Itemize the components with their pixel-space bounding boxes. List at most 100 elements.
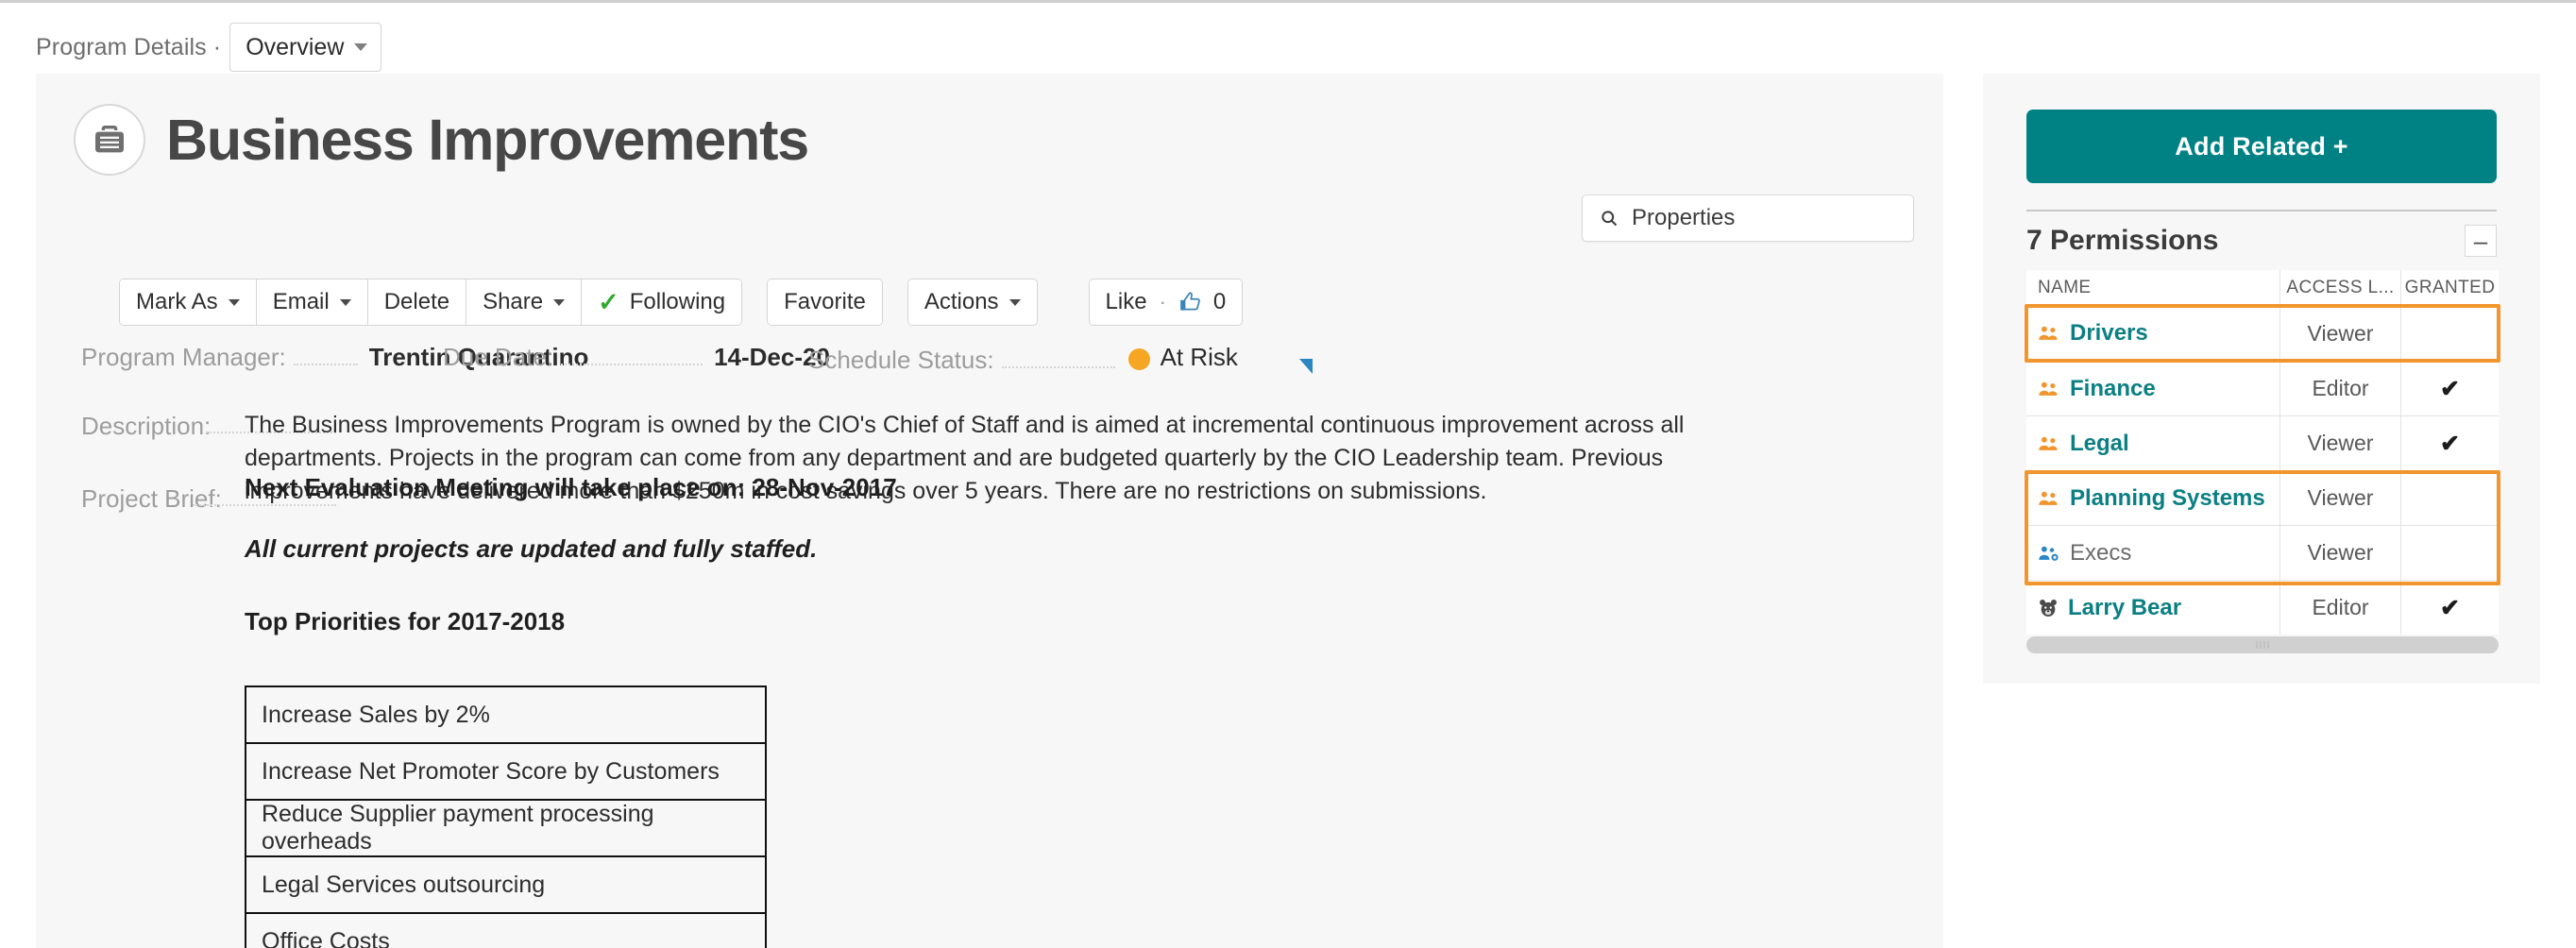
record-detail-card: Business Improvements Properties Mark As… bbox=[36, 74, 1943, 948]
table-row[interactable]: Finance Editor ✔ bbox=[2026, 361, 2499, 415]
like-button[interactable]: Like · 0 bbox=[1089, 279, 1243, 325]
mark-as-label: Mark As bbox=[136, 289, 218, 314]
record-action-toolbar: Mark As Email Delete Share ✓ Following F… bbox=[119, 279, 1244, 326]
scrollbar-thumb[interactable] bbox=[2026, 636, 2499, 653]
column-header-access: ACCESS L... bbox=[2279, 270, 2400, 306]
following-button[interactable]: ✓ Following bbox=[582, 279, 742, 325]
permission-name-link[interactable]: Planning Systems bbox=[2070, 485, 2265, 512]
permission-access-value: Viewer bbox=[2307, 320, 2374, 346]
permission-name-cell: Larry Bear bbox=[2026, 595, 2279, 621]
permission-name-link[interactable]: Legal bbox=[2070, 431, 2129, 457]
table-row: Increase Sales by 2% bbox=[246, 687, 765, 744]
permission-name-link[interactable]: Finance bbox=[2070, 376, 2156, 402]
dot-leader bbox=[293, 364, 358, 365]
delete-label: Delete bbox=[383, 289, 450, 314]
permission-granted-cell bbox=[2400, 306, 2499, 361]
table-row[interactable]: Planning Systems Viewer bbox=[2026, 470, 2499, 525]
permission-name-cell: Planning Systems bbox=[2026, 485, 2279, 512]
permission-access-cell: Viewer bbox=[2279, 526, 2400, 580]
thumbs-up-icon bbox=[1180, 292, 1200, 311]
permission-granted-cell: ✔ bbox=[2400, 362, 2499, 415]
favorite-group: Favorite bbox=[767, 279, 883, 326]
dot-leader bbox=[1001, 366, 1115, 368]
record-header: Business Improvements bbox=[74, 104, 809, 176]
horizontal-scrollbar[interactable] bbox=[2026, 636, 2499, 653]
permission-name-link[interactable]: Larry Bear bbox=[2068, 595, 2181, 621]
project-brief-value: Next Evaluation Meeting will take place … bbox=[245, 473, 1567, 636]
briefcase-icon bbox=[74, 104, 145, 176]
actions-button[interactable]: Actions bbox=[907, 279, 1037, 325]
permission-name-cell: Finance bbox=[2026, 376, 2279, 402]
chevron-down-icon bbox=[228, 298, 240, 306]
permission-access-cell: Viewer bbox=[2279, 471, 2400, 525]
description-label: Description: bbox=[81, 412, 212, 440]
share-button[interactable]: Share bbox=[466, 279, 583, 325]
table-row: Reduce Supplier payment processing overh… bbox=[246, 801, 765, 857]
favorite-button[interactable]: Favorite bbox=[768, 279, 882, 325]
search-value: Properties bbox=[1632, 205, 1736, 230]
permission-name-cell: Legal bbox=[2026, 431, 2279, 457]
like-group: Like · 0 bbox=[1088, 279, 1244, 326]
table-row[interactable]: Larry Bear Editor ✔ bbox=[2026, 580, 2499, 635]
table-row[interactable]: Execs Viewer bbox=[2026, 525, 2499, 580]
header-granted-label: GRANTED bbox=[2404, 278, 2496, 297]
search-icon bbox=[1602, 211, 1618, 227]
permission-granted-cell: ✔ bbox=[2400, 581, 2499, 635]
email-label: Email bbox=[272, 289, 330, 314]
page-title: Business Improvements bbox=[166, 108, 809, 172]
view-selector-value: Overview bbox=[246, 33, 345, 60]
chevron-down-icon bbox=[339, 298, 351, 306]
scrollbar-grip-icon bbox=[2256, 641, 2269, 649]
field-schedule-status: Schedule Status: At Risk bbox=[808, 343, 1238, 375]
permission-name-cell: Execs bbox=[2026, 540, 2279, 567]
field-row-primary: Program Manager: Trentin Quarantino Due … bbox=[81, 343, 1932, 392]
chevron-down-icon bbox=[354, 43, 368, 51]
delete-button[interactable]: Delete bbox=[367, 279, 467, 325]
actions-label: Actions bbox=[924, 289, 999, 314]
status-badge: At Risk bbox=[1115, 343, 1238, 372]
column-header-granted: GRANTED bbox=[2400, 270, 2499, 306]
collapse-button[interactable]: – bbox=[2465, 225, 2497, 257]
following-label: Following bbox=[629, 289, 726, 314]
permission-access-cell: Viewer bbox=[2279, 306, 2400, 361]
permission-access-value: Editor bbox=[2312, 595, 2369, 619]
permission-access-value: Viewer bbox=[2307, 485, 2374, 510]
table-row: Legal Services outsourcing bbox=[246, 857, 765, 914]
permission-granted-cell bbox=[2400, 471, 2499, 525]
breadcrumb: Program Details · Overview bbox=[36, 23, 382, 72]
related-side-panel: Add Related + 7 Permissions – NAME ACCES… bbox=[1983, 74, 2540, 684]
permissions-header: 7 Permissions – bbox=[2026, 225, 2497, 257]
email-button[interactable]: Email bbox=[256, 279, 368, 325]
search-input[interactable]: Properties bbox=[1582, 195, 1914, 242]
project-brief-label: Project Brief: bbox=[81, 484, 222, 513]
permission-access-value: Viewer bbox=[2307, 540, 2374, 565]
like-label: Like bbox=[1105, 289, 1147, 314]
actions-group: Actions bbox=[907, 279, 1038, 326]
program-manager-label: Program Manager: bbox=[81, 343, 286, 371]
permissions-title: 7 Permissions bbox=[2026, 225, 2219, 256]
group-icon bbox=[2039, 491, 2058, 505]
permission-name-link[interactable]: Execs bbox=[2070, 540, 2131, 567]
header-name-label: NAME bbox=[2038, 278, 2092, 297]
mark-as-button[interactable]: Mark As bbox=[120, 279, 257, 325]
permission-granted-cell: ✔ bbox=[2400, 416, 2499, 470]
permission-granted-value: ✔ bbox=[2440, 375, 2460, 402]
table-row[interactable]: Drivers Viewer bbox=[2026, 306, 2499, 361]
view-selector-dropdown[interactable]: Overview bbox=[229, 23, 382, 72]
field-due-date: Due Date: 14-Dec-20 bbox=[443, 343, 830, 372]
schedule-status-value: At Risk bbox=[1160, 343, 1238, 371]
breadcrumb-label: Program Details · bbox=[36, 33, 222, 60]
field-row-group: Program Manager: Trentin Quarantino Due … bbox=[81, 343, 1932, 392]
favorite-label: Favorite bbox=[784, 289, 866, 314]
dot-leader bbox=[561, 364, 703, 365]
brief-priorities-heading: Top Priorities for 2017-2018 bbox=[245, 607, 566, 635]
top-divider bbox=[0, 0, 2576, 3]
top-priorities-table: Increase Sales by 2% Increase Net Promot… bbox=[245, 686, 767, 948]
table-row[interactable]: Legal Viewer ✔ bbox=[2026, 415, 2499, 470]
permission-name-link[interactable]: Drivers bbox=[2070, 320, 2148, 347]
share-label: Share bbox=[483, 289, 544, 314]
primary-action-group: Mark As Email Delete Share ✓ Following bbox=[119, 279, 743, 326]
add-related-button[interactable]: Add Related + bbox=[2026, 110, 2497, 183]
permission-access-cell: Editor bbox=[2279, 581, 2400, 635]
table-row: Office Costs bbox=[246, 914, 765, 948]
